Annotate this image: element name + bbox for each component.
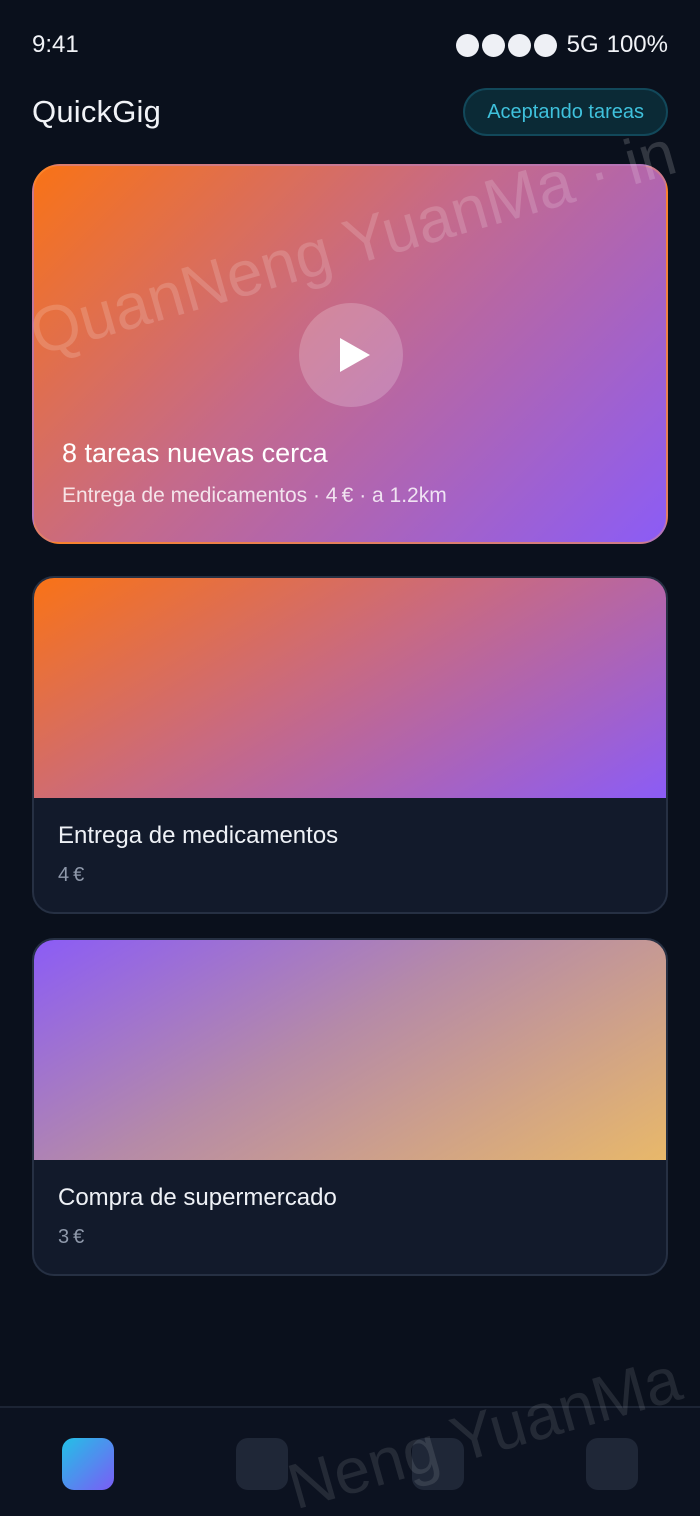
hero-card[interactable]: 8 tareas nuevas cerca Entrega de medicam…	[32, 164, 668, 544]
status-indicators: 5G 100%	[455, 31, 668, 59]
task-thumbnail	[34, 940, 666, 1160]
app-title: QuickGig	[32, 94, 162, 129]
task-card[interactable]: Compra de supermercado 3 €	[32, 938, 668, 1276]
task-name: Compra de supermercado	[58, 1184, 337, 1211]
status-bar: 9:41 5G 100%	[32, 28, 668, 62]
home-icon[interactable]	[62, 1438, 114, 1490]
profile-icon[interactable]	[586, 1438, 638, 1490]
app-header: QuickGig Aceptando tareas	[32, 88, 668, 136]
hero-subtitle: Entrega de medicamentos · 4 € · a 1.2km	[62, 484, 447, 507]
signal-icon	[455, 33, 557, 57]
accepting-tasks-toggle[interactable]: Aceptando tareas	[463, 88, 668, 136]
bottom-nav	[0, 1406, 700, 1516]
play-button[interactable]	[299, 303, 403, 407]
play-icon	[340, 338, 370, 372]
status-time: 9:41	[32, 31, 79, 58]
network-label: 5G	[566, 31, 599, 58]
task-price: 3 €	[58, 1226, 85, 1248]
tasks-icon[interactable]	[236, 1438, 288, 1490]
messages-icon[interactable]	[412, 1438, 464, 1490]
app-screen: 9:41 5G 100% QuickGig Aceptando tareas 8…	[0, 0, 700, 1516]
battery-label: 100%	[606, 31, 668, 58]
task-price: 4 €	[58, 864, 85, 886]
hero-title: 8 tareas nuevas cerca	[62, 438, 328, 468]
task-name: Entrega de medicamentos	[58, 822, 339, 849]
task-thumbnail	[34, 578, 666, 798]
task-card[interactable]: Entrega de medicamentos 4 €	[32, 576, 668, 914]
